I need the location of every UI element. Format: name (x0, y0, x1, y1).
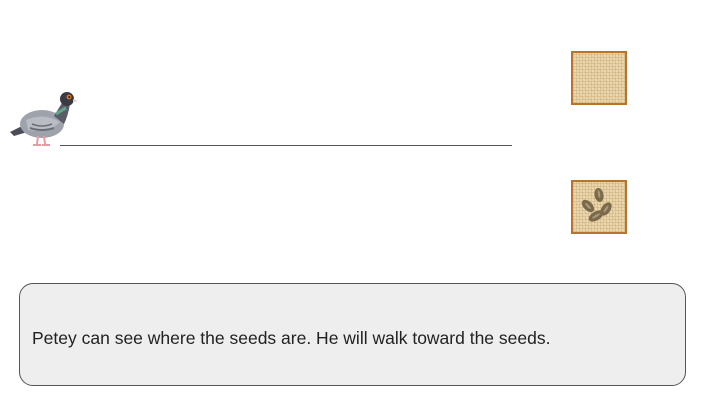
walking-path-line (60, 145, 512, 146)
seeds-tile[interactable] (571, 180, 627, 234)
seeds-icon (581, 188, 612, 222)
empty-tile[interactable] (571, 51, 627, 105)
caption-box: Petey can see where the seeds are. He wi… (19, 283, 686, 386)
pigeon-icon (8, 86, 78, 152)
scene: Petey can see where the seeds are. He wi… (0, 0, 720, 405)
caption-text: Petey can see where the seeds are. He wi… (32, 328, 551, 348)
